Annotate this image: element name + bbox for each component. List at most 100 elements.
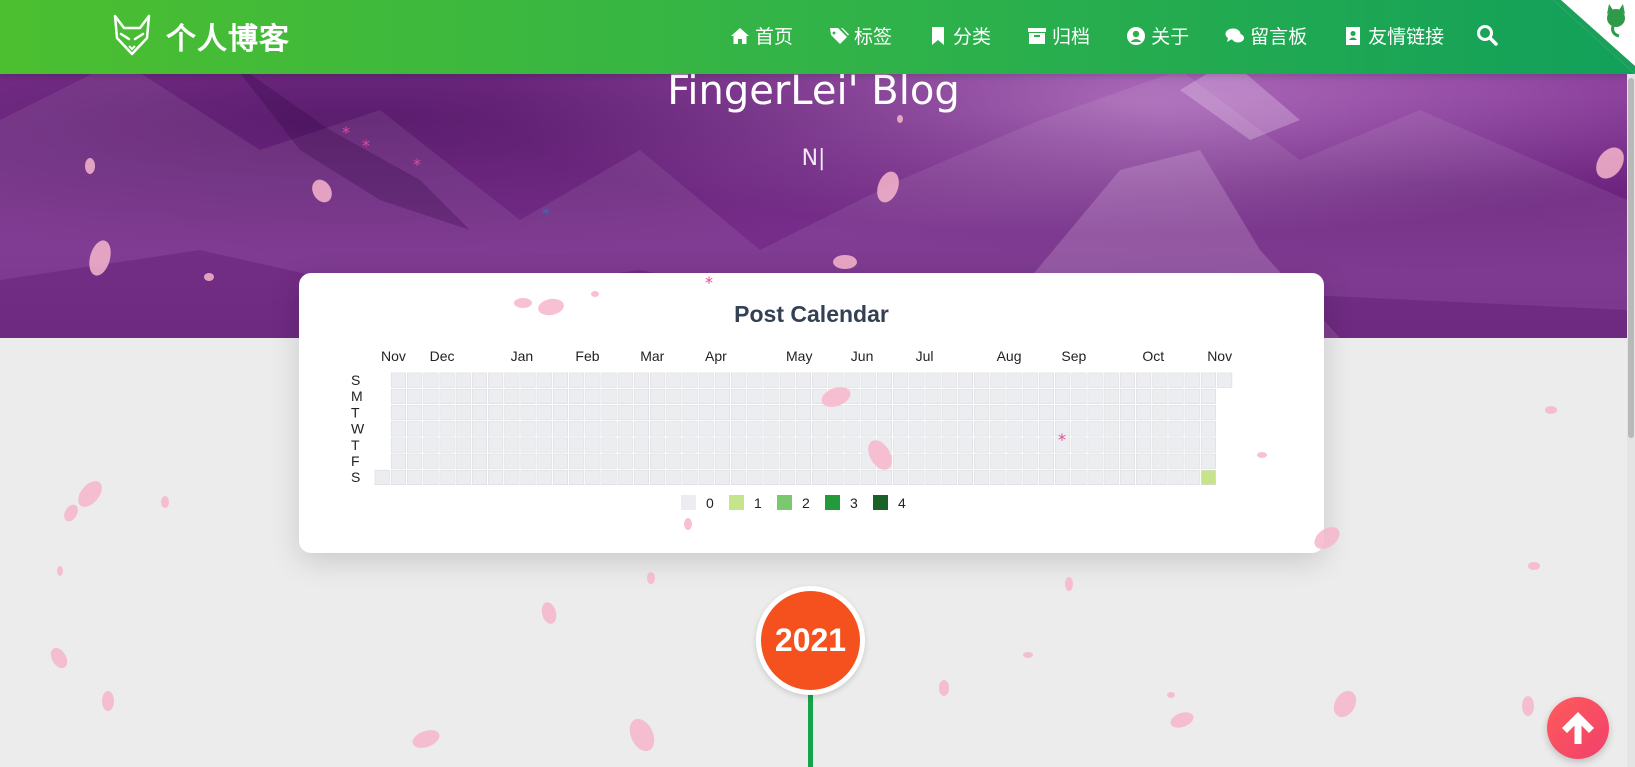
calendar-day-cell[interactable] <box>585 372 601 388</box>
calendar-day-cell[interactable] <box>1022 421 1038 437</box>
calendar-day-cell[interactable] <box>763 405 779 421</box>
calendar-day-cell[interactable] <box>1022 388 1038 404</box>
calendar-day-cell[interactable] <box>1152 437 1168 453</box>
calendar-day-cell[interactable] <box>860 388 876 404</box>
calendar-day-cell[interactable] <box>844 388 860 404</box>
calendar-day-cell[interactable] <box>698 388 714 404</box>
calendar-day-cell[interactable] <box>666 372 682 388</box>
calendar-day-cell[interactable] <box>682 372 698 388</box>
calendar-day-cell[interactable] <box>812 469 828 485</box>
calendar-day-cell[interactable] <box>666 405 682 421</box>
calendar-day-cell[interactable] <box>1168 453 1184 469</box>
calendar-day-cell[interactable] <box>1022 469 1038 485</box>
calendar-day-cell[interactable] <box>585 469 601 485</box>
calendar-day-cell[interactable] <box>779 421 795 437</box>
calendar-day-cell[interactable] <box>650 405 666 421</box>
calendar-day-cell[interactable] <box>957 405 974 421</box>
calendar-day-cell[interactable] <box>617 421 633 437</box>
calendar-day-cell[interactable] <box>488 469 504 485</box>
calendar-day-cell[interactable] <box>1103 469 1119 485</box>
calendar-day-cell[interactable] <box>585 437 601 453</box>
calendar-day-cell[interactable] <box>471 405 487 421</box>
calendar-day-cell[interactable] <box>471 469 487 485</box>
calendar-day-cell[interactable] <box>407 405 423 421</box>
calendar-day-cell[interactable] <box>957 453 974 469</box>
calendar-day-cell[interactable] <box>536 453 552 469</box>
calendar-day-cell[interactable] <box>471 453 487 469</box>
calendar-day-cell[interactable] <box>1217 372 1233 388</box>
calendar-day-cell[interactable] <box>844 372 860 388</box>
calendar-day-cell[interactable] <box>1038 421 1055 437</box>
calendar-day-cell[interactable] <box>585 453 601 469</box>
calendar-day-cell[interactable] <box>1006 388 1022 404</box>
calendar-day-cell[interactable] <box>1006 372 1022 388</box>
calendar-day-cell[interactable] <box>617 437 633 453</box>
calendar-day-cell[interactable] <box>714 405 731 421</box>
calendar-day-cell[interactable] <box>1006 453 1022 469</box>
calendar-day-cell[interactable] <box>828 388 844 404</box>
calendar-day-cell[interactable] <box>1136 405 1152 421</box>
calendar-day-cell[interactable] <box>569 453 585 469</box>
calendar-day-cell[interactable] <box>1200 437 1217 453</box>
calendar-day-cell[interactable] <box>1071 453 1087 469</box>
calendar-day-cell[interactable] <box>957 469 974 485</box>
calendar-day-cell[interactable] <box>455 437 471 453</box>
calendar-day-cell[interactable] <box>714 453 731 469</box>
calendar-day-cell[interactable] <box>682 421 698 437</box>
calendar-day-cell[interactable] <box>974 388 990 404</box>
calendar-day-cell[interactable] <box>1119 437 1136 453</box>
calendar-day-cell[interactable] <box>698 469 714 485</box>
calendar-day-cell[interactable] <box>633 469 650 485</box>
back-to-top-button[interactable] <box>1547 697 1609 759</box>
calendar-day-cell[interactable] <box>682 405 698 421</box>
calendar-day-cell[interactable] <box>650 469 666 485</box>
calendar-day-cell[interactable] <box>990 437 1006 453</box>
calendar-day-cell[interactable] <box>1184 372 1200 388</box>
calendar-day-cell[interactable] <box>601 372 617 388</box>
calendar-day-cell[interactable] <box>1168 388 1184 404</box>
nav-guestbook[interactable]: 留言板 <box>1225 22 1307 49</box>
nav-categories[interactable]: 分类 <box>928 22 991 49</box>
calendar-day-cell[interactable] <box>650 453 666 469</box>
calendar-day-cell[interactable] <box>941 405 957 421</box>
calendar-day-cell[interactable] <box>488 453 504 469</box>
calendar-day-cell[interactable] <box>747 469 763 485</box>
calendar-day-cell[interactable] <box>390 421 406 437</box>
calendar-day-cell[interactable] <box>682 437 698 453</box>
calendar-day-cell[interactable] <box>828 421 844 437</box>
calendar-day-cell[interactable] <box>439 405 455 421</box>
github-corner-icon[interactable] <box>1553 0 1635 74</box>
calendar-day-cell[interactable] <box>974 421 990 437</box>
calendar-day-cell[interactable] <box>957 437 974 453</box>
calendar-day-cell[interactable] <box>488 388 504 404</box>
calendar-day-cell[interactable] <box>893 453 909 469</box>
calendar-day-cell[interactable] <box>1006 421 1022 437</box>
calendar-day-cell[interactable] <box>504 469 520 485</box>
calendar-day-cell[interactable] <box>1152 469 1168 485</box>
calendar-day-cell[interactable] <box>1038 405 1055 421</box>
calendar-day-cell[interactable] <box>763 437 779 453</box>
calendar-day-cell[interactable] <box>876 388 893 404</box>
calendar-day-cell[interactable] <box>569 469 585 485</box>
calendar-day-cell[interactable] <box>520 421 536 437</box>
calendar-day-cell[interactable] <box>893 421 909 437</box>
calendar-day-cell[interactable] <box>633 437 650 453</box>
calendar-day-cell[interactable] <box>941 453 957 469</box>
calendar-day-cell[interactable] <box>925 421 941 437</box>
calendar-day-cell[interactable] <box>407 453 423 469</box>
calendar-day-cell[interactable] <box>1038 453 1055 469</box>
calendar-day-cell[interactable] <box>1071 405 1087 421</box>
calendar-day-cell[interactable] <box>812 453 828 469</box>
calendar-day-cell[interactable] <box>893 388 909 404</box>
calendar-day-cell[interactable] <box>407 469 423 485</box>
calendar-day-cell[interactable] <box>860 437 876 453</box>
calendar-day-cell[interactable] <box>407 437 423 453</box>
calendar-day-cell[interactable] <box>860 469 876 485</box>
calendar-day-cell[interactable] <box>536 437 552 453</box>
calendar-day-cell[interactable] <box>844 453 860 469</box>
search-button[interactable] <box>1476 24 1498 51</box>
calendar-day-cell[interactable] <box>876 453 893 469</box>
calendar-day-cell[interactable] <box>585 388 601 404</box>
calendar-day-cell[interactable] <box>1022 405 1038 421</box>
calendar-day-cell[interactable] <box>1200 372 1217 388</box>
